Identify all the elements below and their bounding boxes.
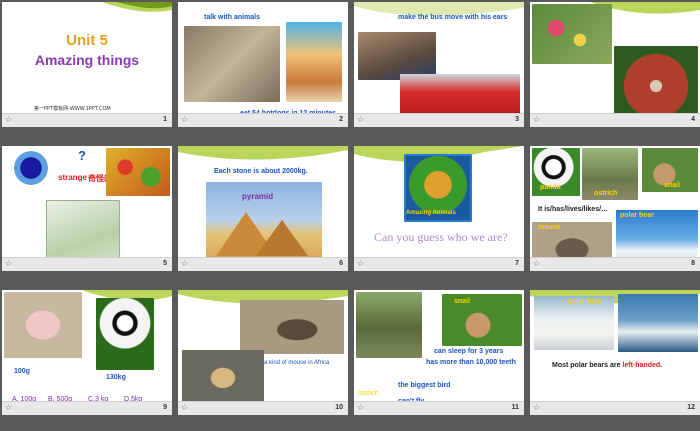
slide-footer-bar: ☆ 12: [530, 401, 700, 415]
slide-number: 10: [335, 404, 343, 411]
slide-footer-bar: ☆ 11: [354, 401, 524, 415]
slide-number: 3: [515, 116, 519, 123]
sentence-pattern: It is/has/lives/likes/…: [538, 206, 608, 213]
hotdog-eater-photo: [286, 22, 342, 102]
star-icon: ☆: [533, 115, 541, 124]
ostrich-label: ostrich: [358, 390, 379, 397]
slide-thumbnail-7[interactable]: Amazing Animals Can you guess who we are…: [354, 146, 524, 271]
slide-number: 12: [687, 404, 695, 411]
man-ears-photo: [358, 32, 436, 80]
slide-sorter-grid: Unit 5 Amazing things 第一PPT模板网-WWW.1PPT.…: [0, 0, 700, 431]
star-icon: ☆: [533, 403, 541, 412]
flower-bouquet-photo: [532, 4, 612, 64]
sentence-end: .: [660, 362, 663, 369]
pyramid-label: pyramid: [242, 192, 274, 201]
slide-caption: Can you guess who we are?: [374, 230, 508, 244]
slide-thumbnail-5[interactable]: ? strange 奇怪的 ☆ 5: [2, 146, 172, 271]
sentence-highlight: left-handed: [622, 362, 661, 369]
word-english: strange: [58, 173, 87, 182]
slide-thumbnail-1[interactable]: Unit 5 Amazing things 第一PPT模板网-WWW.1PPT.…: [2, 2, 172, 127]
sentence-start: Most polar bears are: [552, 362, 623, 369]
slide-title-line2: Amazing things: [34, 52, 140, 68]
slide-footer-bar: ☆ 4: [530, 113, 700, 127]
slide-footer-text: 第一PPT模板网-WWW.1PPT.COM: [34, 106, 111, 112]
ostrich-label: ostrich: [594, 190, 618, 197]
star-icon: ☆: [357, 403, 365, 412]
star-icon: ☆: [357, 115, 365, 124]
star-icon: ☆: [533, 259, 541, 268]
ostrich-fact-1: the biggest bird: [398, 382, 451, 389]
snail-label: snail: [664, 182, 680, 189]
slide-caption-top: talk with animals: [204, 14, 261, 21]
slide-footer-bar: ☆ 8: [530, 257, 700, 271]
slide-thumbnail-4[interactable]: ☆ 4: [530, 2, 700, 127]
star-icon: ☆: [5, 403, 13, 412]
slide-thumbnail-12[interactable]: polar bear Most polar bears are left-han…: [530, 290, 700, 415]
sentence-text: It is/has/lives/likes/…: [538, 206, 609, 213]
slide-number: 2: [339, 116, 343, 123]
slide-number: 1: [163, 116, 167, 123]
baby-panda-photo: [4, 292, 82, 358]
vegetables-photo: [106, 148, 170, 196]
star-icon: ☆: [5, 115, 13, 124]
slide-number: 7: [515, 260, 519, 267]
slide-number: 6: [339, 260, 343, 267]
polar-bear-label: polar bear: [568, 298, 602, 305]
slide-number: 9: [163, 404, 167, 411]
slide-thumbnail-3[interactable]: make the bus move with his ears ☆ 3: [354, 2, 524, 127]
slide-footer-bar: ☆ 7: [354, 257, 524, 271]
star-icon: ☆: [181, 259, 189, 268]
slide-thumbnail-9[interactable]: 100g 130kg A. 100g B. 500g C.3 kg D.5kg …: [2, 290, 172, 415]
slide-footer-bar: ☆ 9: [2, 401, 172, 415]
snail-fact-1: can sleep for 3 years: [434, 348, 504, 355]
slide-thumbnail-11[interactable]: snail can sleep for 3 years has more tha…: [354, 290, 524, 415]
slide-caption-top: make the bus move with his ears: [398, 14, 508, 21]
slide-thumbnail-10[interactable]: a kind of mouse in Africa ☆ 10: [178, 290, 348, 415]
swoosh-decoration: [102, 2, 172, 12]
slide-number: 8: [691, 260, 695, 267]
slide-number: 4: [691, 116, 695, 123]
polar-bear-swim-photo: [618, 294, 698, 352]
slide-thumbnail-8[interactable]: panda ostrich snail It is/has/lives/like…: [530, 146, 700, 271]
snail-label: snail: [454, 298, 470, 305]
slide-thumbnail-6[interactable]: Each stone is about 2000kg. pyramid ☆ 6: [178, 146, 348, 271]
star-icon: ☆: [181, 403, 189, 412]
slide-footer-bar: ☆ 6: [178, 257, 348, 271]
question-mark: ?: [78, 148, 86, 163]
star-icon: ☆: [5, 259, 13, 268]
snail-fact-2: has more than 10,000 teeth: [426, 359, 516, 366]
slide-footer-bar: ☆ 10: [178, 401, 348, 415]
slide-number: 11: [511, 404, 519, 411]
slide-number: 5: [163, 260, 167, 267]
adult-panda-photo: [96, 298, 154, 370]
slide-footer-bar: ☆ 3: [354, 113, 524, 127]
african-mouse-photo: [240, 300, 344, 354]
mouse-label: mouse: [538, 224, 561, 231]
slide-footer-bar: ☆ 5: [2, 257, 172, 271]
slide-title-line1: Unit 5: [66, 32, 108, 49]
ostriches-photo: [356, 292, 422, 358]
slide-thumbnail-2[interactable]: talk with animals eat 54 hotdogs in 12 m…: [178, 2, 348, 127]
slide-footer-bar: ☆ 2: [178, 113, 348, 127]
slide-caption: Each stone is about 2000kg.: [214, 168, 308, 175]
child-with-animal-photo: [184, 26, 280, 102]
slide-caption: a kind of mouse in Africa: [264, 360, 330, 366]
slide-sentence: Most polar bears are left-handed.: [552, 362, 662, 369]
star-icon: ☆: [181, 115, 189, 124]
slide-footer-bar: ☆ 1: [2, 113, 172, 127]
weight-adult-label: 130kg: [106, 374, 126, 381]
strange-word-art: [10, 150, 52, 190]
polar-bear-label: polar bear: [620, 212, 654, 219]
star-icon: ☆: [357, 259, 365, 268]
weight-baby-label: 100g: [14, 368, 30, 375]
book-title: Amazing Animals: [406, 210, 456, 216]
panda-label: panda: [540, 184, 561, 191]
